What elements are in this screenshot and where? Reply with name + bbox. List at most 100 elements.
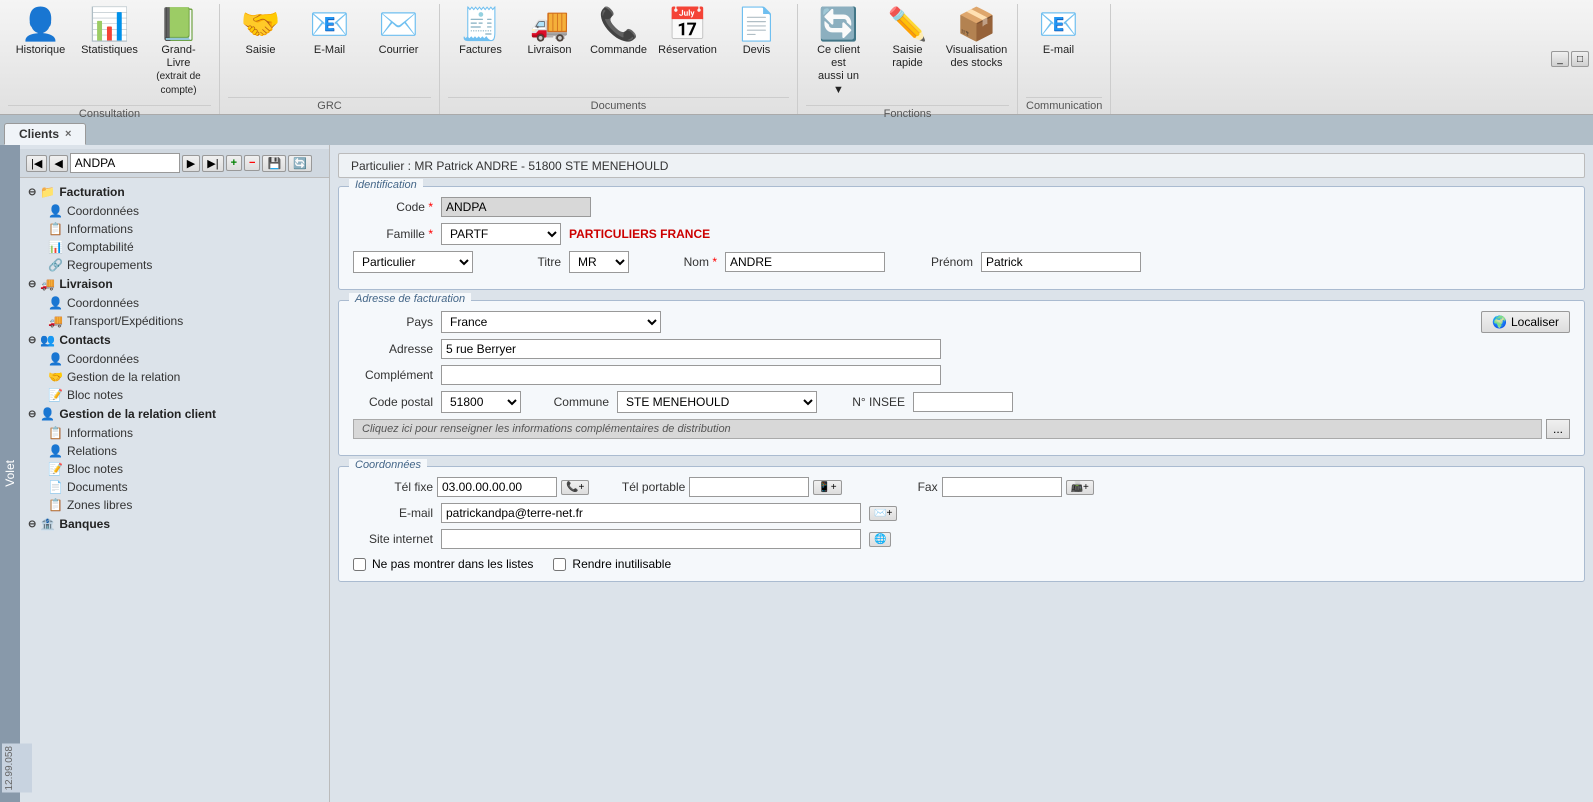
nom-input[interactable]: [725, 252, 885, 272]
clients-tab[interactable]: Clients ×: [4, 123, 86, 145]
sidebar-item-cont-gestion[interactable]: 🤝 Gestion de la relation: [20, 368, 329, 386]
nav-prev-button[interactable]: ◀: [49, 155, 67, 172]
grand-livre-button[interactable]: 📗 Grand-Livre(extrait de compte): [146, 4, 211, 101]
tel-portable-label: Tél portable: [605, 480, 685, 494]
statistiques-button[interactable]: 📊 Statistiques: [77, 4, 142, 79]
facturation-collapse[interactable]: ⊖: [28, 187, 36, 198]
communication-label: Communication: [1026, 97, 1102, 114]
tel-portable-action-button[interactable]: 📱+: [813, 480, 841, 495]
ne-pas-montrer-group: Ne pas montrer dans les listes: [353, 557, 533, 571]
tab-close-button[interactable]: ×: [65, 128, 71, 140]
sidebar-item-fact-regroupements[interactable]: 🔗 Regroupements: [20, 256, 329, 274]
email-comm-button[interactable]: 📧 E-mail: [1026, 4, 1091, 79]
sidebar-item-livr-coordonnees[interactable]: 👤 Coordonnées: [20, 294, 329, 312]
contacts-collapse[interactable]: ⊖: [28, 335, 36, 346]
banques-collapse[interactable]: ⊖: [28, 519, 36, 530]
sidebar-item-cont-coordonnees[interactable]: 👤 Coordonnées: [20, 350, 329, 368]
livr-transport-icon: 🚚: [48, 314, 63, 328]
courrier-button[interactable]: ✉️ Courrier: [366, 4, 431, 79]
sidebar-item-grc-relations[interactable]: 👤 Relations: [20, 442, 329, 460]
sidebar-item-livr-transport[interactable]: 🚚 Transport/Expéditions: [20, 312, 329, 330]
adresse-label: Adresse: [353, 342, 433, 356]
email-label: E-mail: [353, 506, 433, 520]
gestion-collapse[interactable]: ⊖: [28, 409, 36, 420]
reservation-icon: 📅: [668, 8, 708, 40]
nav-save-button[interactable]: 💾: [262, 155, 286, 172]
nav-code-input[interactable]: [70, 153, 180, 173]
famille-select[interactable]: PARTF: [441, 223, 561, 245]
volet-toggle[interactable]: Volet: [0, 145, 20, 802]
email-input[interactable]: [441, 503, 861, 523]
maximize-button[interactable]: □: [1571, 51, 1589, 67]
section-facturation-header[interactable]: ⊖ 📁 Facturation: [20, 182, 329, 202]
devis-button[interactable]: 📄 Devis: [724, 4, 789, 79]
saisie-rapide-button[interactable]: ✏️ Saisierapide: [875, 4, 940, 79]
sidebar-item-fact-coordonnees[interactable]: 👤 Coordonnées: [20, 202, 329, 220]
distribution-text[interactable]: Cliquez ici pour renseigner les informat…: [353, 419, 1542, 439]
sidebar-item-grc-blocnotes[interactable]: 📝 Bloc notes: [20, 460, 329, 478]
rendre-inutilisable-checkbox[interactable]: [553, 558, 566, 571]
code-input[interactable]: [441, 197, 591, 217]
nav-first-button[interactable]: |◀: [26, 155, 47, 172]
titre-select[interactable]: MR: [569, 251, 629, 273]
livraison-collapse[interactable]: ⊖: [28, 279, 36, 290]
grc-blocnotes-icon: 📝: [48, 462, 63, 476]
grc-informations-icon: 📋: [48, 426, 63, 440]
site-action-button[interactable]: 🌐: [869, 532, 891, 547]
fax-action-button[interactable]: 📠+: [1066, 480, 1094, 495]
commune-select[interactable]: STE MENEHOULD: [617, 391, 817, 413]
checkbox-row: Ne pas montrer dans les listes Rendre in…: [353, 557, 1570, 571]
sidebar-item-fact-informations[interactable]: 📋 Informations: [20, 220, 329, 238]
reservation-button[interactable]: 📅 Réservation: [655, 4, 720, 79]
facturation-folder-icon: 📁: [40, 185, 55, 199]
fact-comptabilite-icon: 📊: [48, 240, 63, 254]
distribution-row: Cliquez ici pour renseigner les informat…: [353, 419, 1570, 439]
tel-fixe-input[interactable]: [437, 477, 557, 497]
commande-button[interactable]: 📞 Commande: [586, 4, 651, 79]
livraison-button[interactable]: 🚚 Livraison: [517, 4, 582, 79]
nav-refresh-button[interactable]: 🔄: [288, 155, 312, 172]
historique-button[interactable]: 👤 Historique: [8, 4, 73, 79]
nav-del-button[interactable]: −: [244, 155, 260, 171]
nav-add-button[interactable]: +: [226, 155, 242, 171]
ne-pas-montrer-checkbox[interactable]: [353, 558, 366, 571]
complement-input[interactable]: [441, 365, 941, 385]
visualisation-stocks-label: Visualisationdes stocks: [946, 44, 1008, 70]
grc-blocnotes-label: Bloc notes: [67, 462, 123, 476]
fax-input[interactable]: [942, 477, 1062, 497]
grc-documents-icon: 📄: [48, 480, 63, 494]
localiser-button[interactable]: 🌍 Localiser: [1481, 311, 1570, 333]
pays-select[interactable]: France: [441, 311, 661, 333]
toolbar: 👤 Historique 📊 Statistiques 📗 Grand-Livr…: [0, 0, 1593, 115]
visualisation-stocks-button[interactable]: 📦 Visualisationdes stocks: [944, 4, 1009, 79]
cp-select[interactable]: 51800: [441, 391, 521, 413]
type-select[interactable]: Particulier: [353, 251, 473, 273]
email-action-button[interactable]: ✉️+: [869, 506, 897, 521]
email-grc-button[interactable]: 📧 E-Mail: [297, 4, 362, 79]
nav-last-button[interactable]: ▶|: [202, 155, 223, 172]
minimize-button[interactable]: _: [1551, 51, 1569, 67]
insee-input[interactable]: [913, 392, 1013, 412]
sidebar-item-grc-documents[interactable]: 📄 Documents: [20, 478, 329, 496]
insee-label: N° INSEE: [825, 395, 905, 409]
nav-next-button[interactable]: ▶: [182, 155, 200, 172]
adresse-input[interactable]: [441, 339, 941, 359]
section-banques-header[interactable]: ⊖ 🏦 Banques: [20, 514, 329, 534]
factures-button[interactable]: 🧾 Factures: [448, 4, 513, 79]
section-gestion-header[interactable]: ⊖ 👤 Gestion de la relation client: [20, 404, 329, 424]
sidebar-item-cont-blocnotes[interactable]: 📝 Bloc notes: [20, 386, 329, 404]
sidebar-item-grc-informations[interactable]: 📋 Informations: [20, 424, 329, 442]
section-livraison-header[interactable]: ⊖ 🚚 Livraison: [20, 274, 329, 294]
ce-client-button[interactable]: 🔄 Ce client estaussi un ▼: [806, 4, 871, 101]
tel-fixe-action-button[interactable]: 📞+: [561, 480, 589, 495]
saisie-button[interactable]: 🤝 Saisie: [228, 4, 293, 79]
tel-portable-input[interactable]: [689, 477, 809, 497]
prenom-input[interactable]: [981, 252, 1141, 272]
distribution-button[interactable]: ...: [1546, 419, 1570, 439]
site-input[interactable]: [441, 529, 861, 549]
sidebar-item-grc-zones[interactable]: 📋 Zones libres: [20, 496, 329, 514]
famille-desc: PARTICULIERS FRANCE: [569, 227, 710, 241]
section-contacts-header[interactable]: ⊖ 👥 Contacts: [20, 330, 329, 350]
sidebar-item-fact-comptabilite[interactable]: 📊 Comptabilité: [20, 238, 329, 256]
courrier-label: Courrier: [379, 44, 419, 57]
